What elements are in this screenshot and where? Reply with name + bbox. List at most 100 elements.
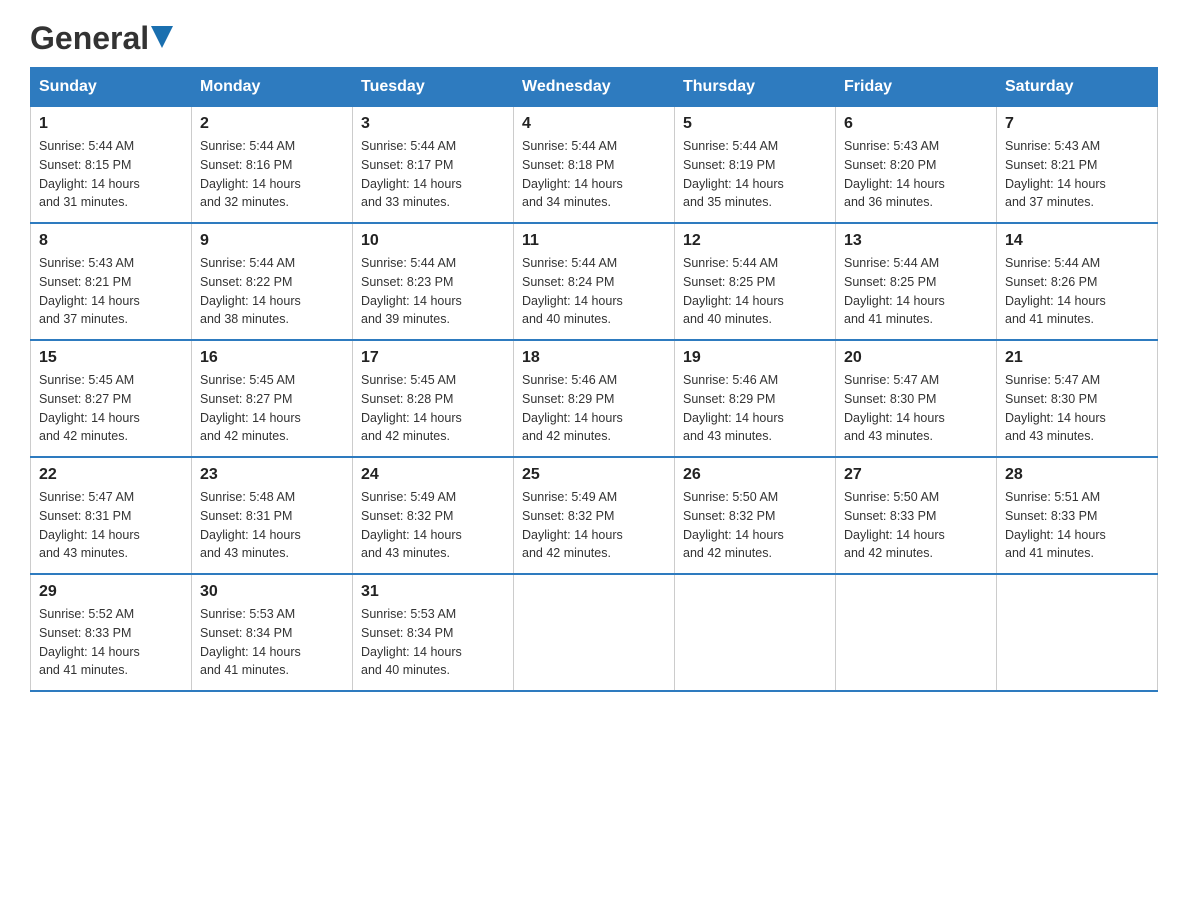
- day-number: 17: [361, 349, 505, 367]
- calendar-cell: 15 Sunrise: 5:45 AM Sunset: 8:27 PM Dayl…: [31, 340, 192, 457]
- calendar-cell: 26 Sunrise: 5:50 AM Sunset: 8:32 PM Dayl…: [675, 457, 836, 574]
- day-number: 24: [361, 466, 505, 484]
- page-header: General: [30, 20, 1158, 57]
- calendar-cell: 11 Sunrise: 5:44 AM Sunset: 8:24 PM Dayl…: [514, 223, 675, 340]
- calendar-cell: 7 Sunrise: 5:43 AM Sunset: 8:21 PM Dayli…: [997, 107, 1158, 224]
- calendar-cell: 8 Sunrise: 5:43 AM Sunset: 8:21 PM Dayli…: [31, 223, 192, 340]
- day-number: 27: [844, 466, 988, 484]
- day-number: 2: [200, 115, 344, 133]
- calendar-cell: 23 Sunrise: 5:48 AM Sunset: 8:31 PM Dayl…: [192, 457, 353, 574]
- calendar-cell: 17 Sunrise: 5:45 AM Sunset: 8:28 PM Dayl…: [353, 340, 514, 457]
- day-number: 28: [1005, 466, 1149, 484]
- day-info: Sunrise: 5:44 AM Sunset: 8:16 PM Dayligh…: [200, 137, 344, 212]
- calendar-col-monday: Monday: [192, 68, 353, 107]
- day-info: Sunrise: 5:44 AM Sunset: 8:25 PM Dayligh…: [683, 254, 827, 329]
- day-info: Sunrise: 5:44 AM Sunset: 8:24 PM Dayligh…: [522, 254, 666, 329]
- calendar-col-saturday: Saturday: [997, 68, 1158, 107]
- day-number: 26: [683, 466, 827, 484]
- day-info: Sunrise: 5:50 AM Sunset: 8:33 PM Dayligh…: [844, 488, 988, 563]
- calendar-week-row: 29 Sunrise: 5:52 AM Sunset: 8:33 PM Dayl…: [31, 574, 1158, 691]
- day-info: Sunrise: 5:43 AM Sunset: 8:21 PM Dayligh…: [39, 254, 183, 329]
- day-number: 31: [361, 583, 505, 601]
- calendar-cell: [514, 574, 675, 691]
- calendar-cell: 9 Sunrise: 5:44 AM Sunset: 8:22 PM Dayli…: [192, 223, 353, 340]
- day-number: 14: [1005, 232, 1149, 250]
- day-info: Sunrise: 5:47 AM Sunset: 8:30 PM Dayligh…: [1005, 371, 1149, 446]
- day-number: 16: [200, 349, 344, 367]
- day-number: 6: [844, 115, 988, 133]
- day-info: Sunrise: 5:43 AM Sunset: 8:20 PM Dayligh…: [844, 137, 988, 212]
- day-number: 13: [844, 232, 988, 250]
- calendar-cell: 28 Sunrise: 5:51 AM Sunset: 8:33 PM Dayl…: [997, 457, 1158, 574]
- day-number: 5: [683, 115, 827, 133]
- calendar-cell: 24 Sunrise: 5:49 AM Sunset: 8:32 PM Dayl…: [353, 457, 514, 574]
- day-info: Sunrise: 5:44 AM Sunset: 8:23 PM Dayligh…: [361, 254, 505, 329]
- calendar-col-tuesday: Tuesday: [353, 68, 514, 107]
- day-info: Sunrise: 5:45 AM Sunset: 8:28 PM Dayligh…: [361, 371, 505, 446]
- day-info: Sunrise: 5:53 AM Sunset: 8:34 PM Dayligh…: [200, 605, 344, 680]
- day-number: 7: [1005, 115, 1149, 133]
- day-info: Sunrise: 5:44 AM Sunset: 8:22 PM Dayligh…: [200, 254, 344, 329]
- calendar-cell: 3 Sunrise: 5:44 AM Sunset: 8:17 PM Dayli…: [353, 107, 514, 224]
- calendar-table: SundayMondayTuesdayWednesdayThursdayFrid…: [30, 67, 1158, 692]
- calendar-cell: 20 Sunrise: 5:47 AM Sunset: 8:30 PM Dayl…: [836, 340, 997, 457]
- day-info: Sunrise: 5:47 AM Sunset: 8:31 PM Dayligh…: [39, 488, 183, 563]
- day-number: 3: [361, 115, 505, 133]
- calendar-col-friday: Friday: [836, 68, 997, 107]
- calendar-week-row: 1 Sunrise: 5:44 AM Sunset: 8:15 PM Dayli…: [31, 107, 1158, 224]
- day-info: Sunrise: 5:44 AM Sunset: 8:26 PM Dayligh…: [1005, 254, 1149, 329]
- day-info: Sunrise: 5:45 AM Sunset: 8:27 PM Dayligh…: [200, 371, 344, 446]
- calendar-header-row: SundayMondayTuesdayWednesdayThursdayFrid…: [31, 68, 1158, 107]
- day-number: 4: [522, 115, 666, 133]
- day-number: 30: [200, 583, 344, 601]
- day-info: Sunrise: 5:44 AM Sunset: 8:17 PM Dayligh…: [361, 137, 505, 212]
- day-info: Sunrise: 5:47 AM Sunset: 8:30 PM Dayligh…: [844, 371, 988, 446]
- day-info: Sunrise: 5:44 AM Sunset: 8:18 PM Dayligh…: [522, 137, 666, 212]
- day-info: Sunrise: 5:44 AM Sunset: 8:25 PM Dayligh…: [844, 254, 988, 329]
- day-info: Sunrise: 5:52 AM Sunset: 8:33 PM Dayligh…: [39, 605, 183, 680]
- calendar-cell: 10 Sunrise: 5:44 AM Sunset: 8:23 PM Dayl…: [353, 223, 514, 340]
- day-info: Sunrise: 5:49 AM Sunset: 8:32 PM Dayligh…: [361, 488, 505, 563]
- day-number: 19: [683, 349, 827, 367]
- calendar-cell: [836, 574, 997, 691]
- day-info: Sunrise: 5:53 AM Sunset: 8:34 PM Dayligh…: [361, 605, 505, 680]
- logo-text-general: General: [30, 20, 149, 57]
- calendar-cell: 12 Sunrise: 5:44 AM Sunset: 8:25 PM Dayl…: [675, 223, 836, 340]
- calendar-week-row: 22 Sunrise: 5:47 AM Sunset: 8:31 PM Dayl…: [31, 457, 1158, 574]
- day-info: Sunrise: 5:48 AM Sunset: 8:31 PM Dayligh…: [200, 488, 344, 563]
- day-info: Sunrise: 5:46 AM Sunset: 8:29 PM Dayligh…: [683, 371, 827, 446]
- day-number: 11: [522, 232, 666, 250]
- day-number: 23: [200, 466, 344, 484]
- calendar-cell: 30 Sunrise: 5:53 AM Sunset: 8:34 PM Dayl…: [192, 574, 353, 691]
- day-info: Sunrise: 5:44 AM Sunset: 8:19 PM Dayligh…: [683, 137, 827, 212]
- day-number: 22: [39, 466, 183, 484]
- day-number: 25: [522, 466, 666, 484]
- calendar-cell: 22 Sunrise: 5:47 AM Sunset: 8:31 PM Dayl…: [31, 457, 192, 574]
- calendar-cell: 29 Sunrise: 5:52 AM Sunset: 8:33 PM Dayl…: [31, 574, 192, 691]
- calendar-cell: 4 Sunrise: 5:44 AM Sunset: 8:18 PM Dayli…: [514, 107, 675, 224]
- calendar-cell: 5 Sunrise: 5:44 AM Sunset: 8:19 PM Dayli…: [675, 107, 836, 224]
- day-number: 18: [522, 349, 666, 367]
- calendar-col-thursday: Thursday: [675, 68, 836, 107]
- day-number: 29: [39, 583, 183, 601]
- calendar-cell: 16 Sunrise: 5:45 AM Sunset: 8:27 PM Dayl…: [192, 340, 353, 457]
- calendar-cell: 1 Sunrise: 5:44 AM Sunset: 8:15 PM Dayli…: [31, 107, 192, 224]
- calendar-cell: 13 Sunrise: 5:44 AM Sunset: 8:25 PM Dayl…: [836, 223, 997, 340]
- calendar-cell: 27 Sunrise: 5:50 AM Sunset: 8:33 PM Dayl…: [836, 457, 997, 574]
- day-number: 20: [844, 349, 988, 367]
- day-info: Sunrise: 5:46 AM Sunset: 8:29 PM Dayligh…: [522, 371, 666, 446]
- day-number: 10: [361, 232, 505, 250]
- calendar-col-sunday: Sunday: [31, 68, 192, 107]
- logo-arrow-icon: [151, 26, 173, 48]
- calendar-cell: [675, 574, 836, 691]
- logo: General: [30, 20, 173, 57]
- calendar-cell: 31 Sunrise: 5:53 AM Sunset: 8:34 PM Dayl…: [353, 574, 514, 691]
- calendar-cell: 18 Sunrise: 5:46 AM Sunset: 8:29 PM Dayl…: [514, 340, 675, 457]
- day-number: 21: [1005, 349, 1149, 367]
- calendar-col-wednesday: Wednesday: [514, 68, 675, 107]
- day-number: 9: [200, 232, 344, 250]
- day-info: Sunrise: 5:50 AM Sunset: 8:32 PM Dayligh…: [683, 488, 827, 563]
- day-info: Sunrise: 5:44 AM Sunset: 8:15 PM Dayligh…: [39, 137, 183, 212]
- day-number: 15: [39, 349, 183, 367]
- day-info: Sunrise: 5:43 AM Sunset: 8:21 PM Dayligh…: [1005, 137, 1149, 212]
